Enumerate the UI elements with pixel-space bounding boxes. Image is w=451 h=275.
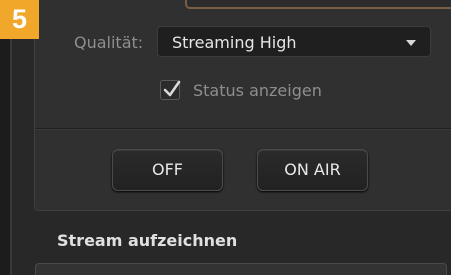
off-button[interactable]: OFF bbox=[112, 149, 223, 191]
panel-divider bbox=[35, 128, 451, 129]
on-air-button[interactable]: ON AIR bbox=[257, 149, 368, 191]
record-stream-heading: Stream aufzeichnen bbox=[57, 231, 238, 250]
quality-select-value: Streaming High bbox=[172, 33, 297, 52]
screenshot-stage: 5 Qualität: Streaming High Status anzeig… bbox=[0, 0, 451, 275]
show-status-label[interactable]: Status anzeigen bbox=[193, 81, 322, 100]
top-field-edge bbox=[185, 0, 451, 9]
chevron-down-icon bbox=[406, 40, 416, 46]
step-number-badge: 5 bbox=[0, 0, 39, 39]
show-status-checkbox[interactable] bbox=[160, 80, 181, 100]
record-panel-edge bbox=[35, 263, 447, 275]
quality-select[interactable]: Streaming High bbox=[157, 26, 431, 57]
checkmark-icon bbox=[163, 80, 181, 97]
quality-label: Qualität: bbox=[74, 33, 144, 52]
